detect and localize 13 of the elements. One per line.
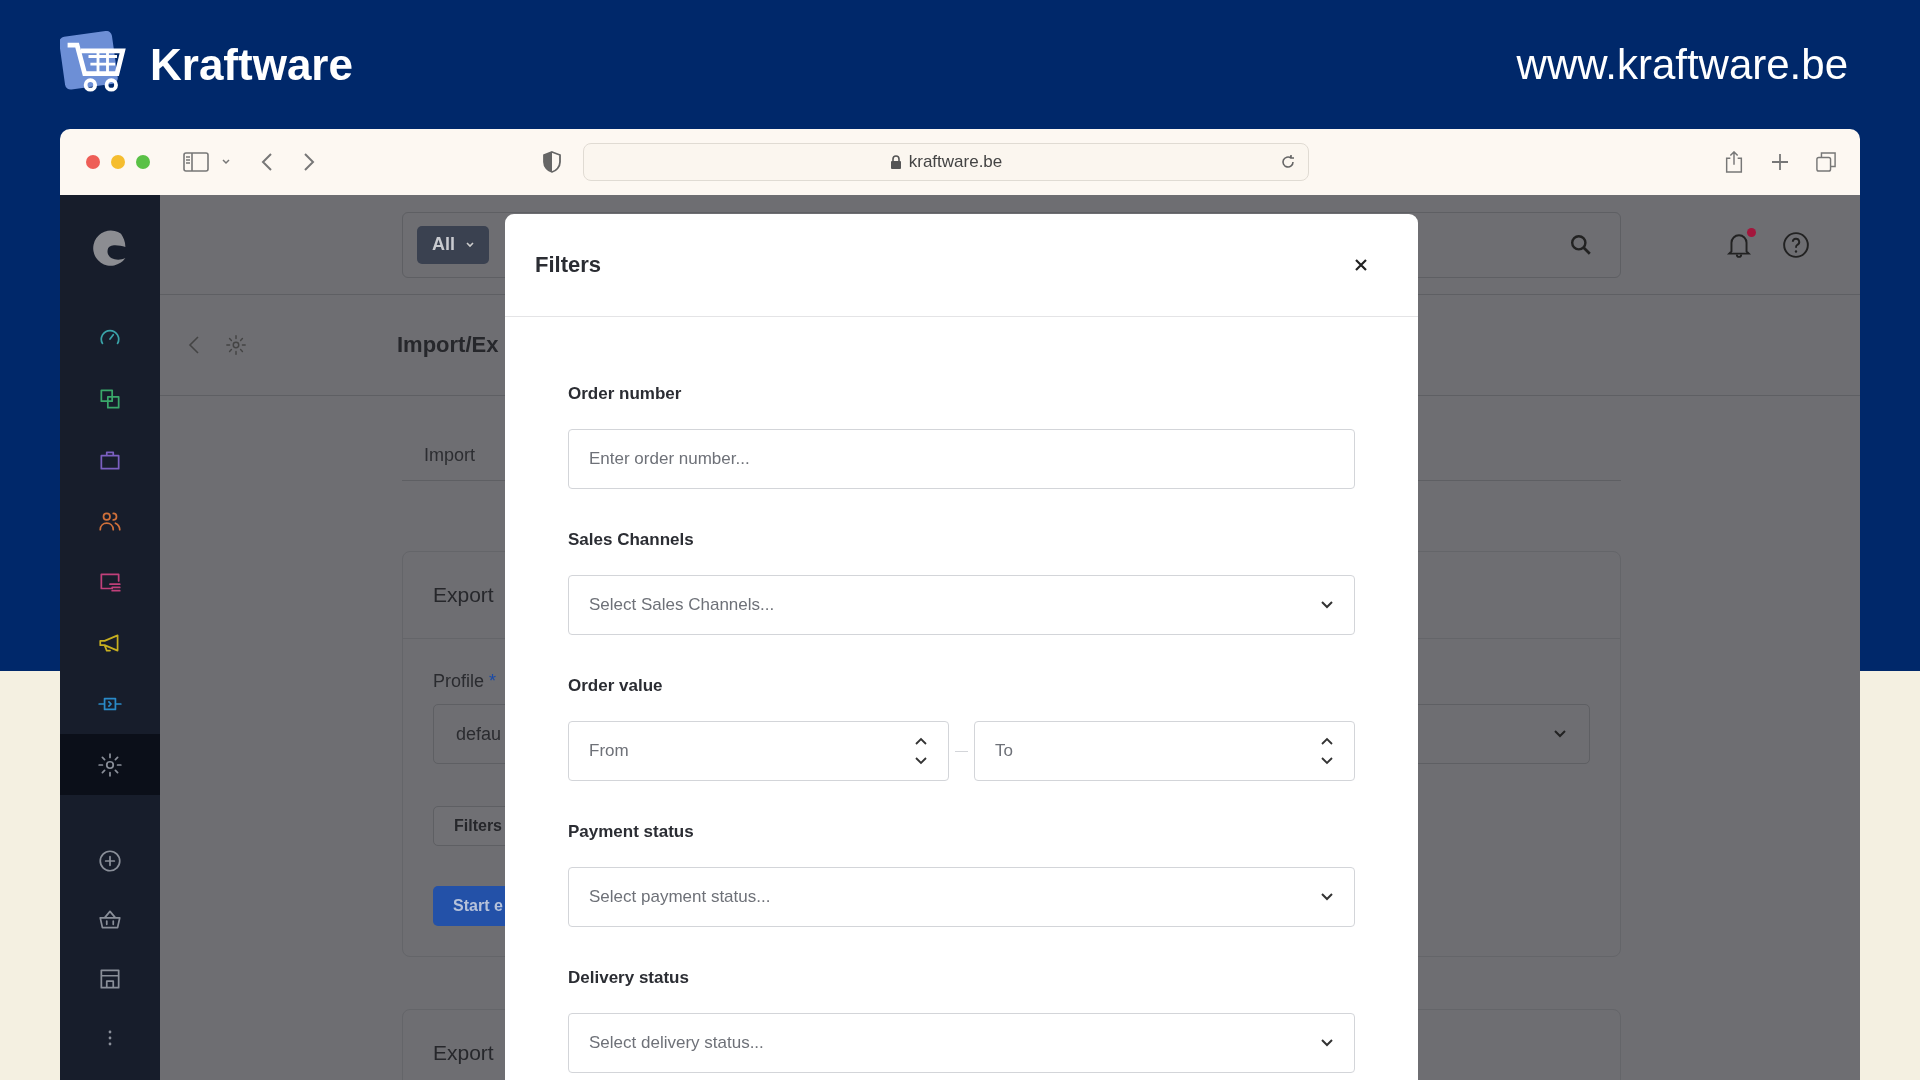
field-label: Order value: [568, 675, 664, 697]
card-title: Export: [433, 583, 494, 607]
brand-name: Kraftware: [150, 39, 353, 90]
field-label: Order number: [568, 383, 683, 405]
page-title: Import/Ex: [397, 332, 499, 358]
field-label: Profile *: [433, 671, 497, 692]
field-label: Sales Channels: [568, 529, 695, 551]
field-label: Payment status: [568, 821, 695, 843]
dialog-title: Filters: [535, 252, 602, 278]
field-label: Delivery status: [568, 967, 690, 989]
website-url: www.kraftware.be: [1516, 40, 1849, 89]
card-title: Export: [433, 1041, 494, 1065]
address-text: kraftware.be: [908, 152, 1003, 172]
